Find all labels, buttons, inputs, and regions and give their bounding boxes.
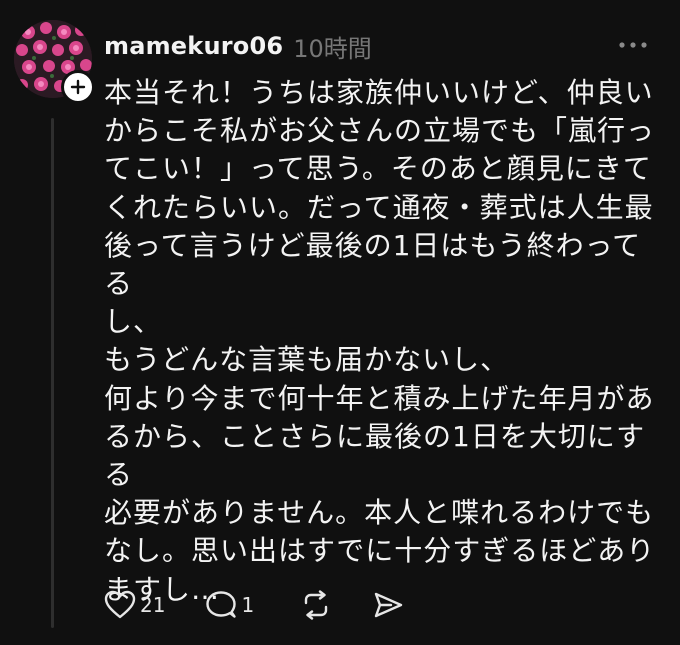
send-icon [374, 592, 403, 618]
reply-count: 1 [241, 593, 255, 617]
repost-button[interactable] [300, 585, 332, 625]
like-button[interactable]: 21 [104, 585, 165, 625]
comment-icon [206, 591, 237, 618]
more-options-button[interactable] [616, 34, 650, 56]
post-header: mamekuro06 10時間 [104, 26, 372, 66]
timestamp: 10時間 [293, 34, 372, 63]
follow-button[interactable] [61, 70, 95, 104]
repost-icon [304, 590, 328, 620]
heart-icon [104, 590, 136, 619]
post-body: 本当それ！うちは家族仲いいけど、仲良い からこそ私がお父さんの立場でも「嵐行っ … [104, 76, 656, 606]
username[interactable]: mamekuro06 [104, 32, 283, 60]
share-button[interactable] [372, 585, 404, 625]
reply-button[interactable]: 1 [205, 585, 254, 625]
action-bar: 21 1 [104, 585, 404, 625]
avatar-container[interactable] [14, 20, 95, 104]
plus-icon [70, 79, 86, 95]
like-count: 21 [140, 593, 166, 617]
thread-line [51, 118, 54, 628]
more-dots-icon [619, 42, 647, 48]
thread-post: mamekuro06 10時間 本当それ！うちは家族仲いいけど、仲良い からこそ… [0, 0, 680, 645]
